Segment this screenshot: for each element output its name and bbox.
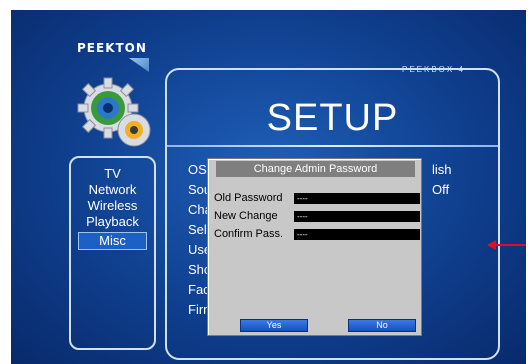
page-title: SETUP bbox=[266, 97, 399, 139]
sidebar-item-network[interactable]: Network bbox=[71, 182, 154, 198]
dialog-title: Change Admin Password bbox=[216, 161, 415, 177]
sidebar-item-misc[interactable]: Misc bbox=[78, 232, 147, 250]
password-fields: Old Password New Change Confirm Pass. bbox=[214, 189, 420, 243]
old-password-row: Old Password bbox=[214, 189, 420, 207]
brand-logo-text: PEEKTON bbox=[77, 41, 147, 55]
old-password-label: Old Password bbox=[214, 192, 283, 204]
sidebar: TV Network Wireless Playback Misc bbox=[69, 156, 156, 350]
menu-value: Off bbox=[432, 182, 450, 197]
change-password-dialog: Change Admin Password Old Password New C… bbox=[207, 158, 422, 336]
old-password-field[interactable] bbox=[294, 192, 420, 204]
yes-button[interactable]: Yes bbox=[240, 319, 308, 332]
pointer-arrow-icon bbox=[487, 240, 526, 250]
menu-value: lish bbox=[432, 162, 452, 177]
brand-flag-icon bbox=[129, 58, 149, 72]
new-password-row: New Change bbox=[214, 207, 420, 225]
confirm-password-field[interactable] bbox=[294, 228, 420, 240]
sidebar-item-tv[interactable]: TV bbox=[71, 166, 154, 182]
title-divider bbox=[167, 145, 498, 147]
new-password-field[interactable] bbox=[294, 210, 420, 222]
no-button[interactable]: No bbox=[348, 319, 416, 332]
setup-screen: PEEKTON PEEKBOX 4 SETUP OSD Sound Change… bbox=[11, 10, 526, 364]
confirm-password-row: Confirm Pass. bbox=[214, 225, 420, 243]
sidebar-item-wireless[interactable]: Wireless bbox=[71, 198, 154, 214]
confirm-password-label: Confirm Pass. bbox=[214, 228, 284, 240]
new-password-label: New Change bbox=[214, 210, 278, 222]
gear-logo-icon bbox=[77, 77, 151, 147]
sidebar-item-playback[interactable]: Playback bbox=[71, 214, 154, 230]
